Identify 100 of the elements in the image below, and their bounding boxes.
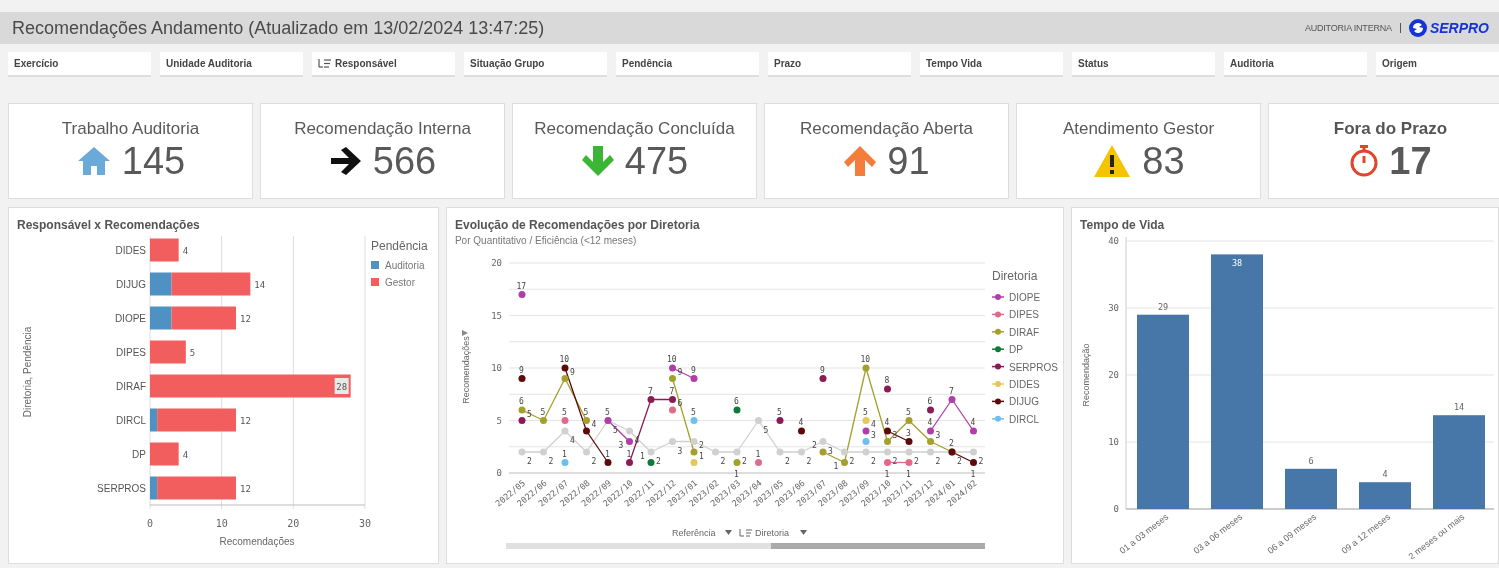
filter-dropdown[interactable]: Unidade Auditoria [160,52,303,77]
legend-label: DIOPE [1008,292,1041,303]
data-label: 4 [634,436,640,445]
data-label: 3 [677,446,683,456]
filter-dropdown[interactable]: Status [1072,52,1215,77]
filter-dropdown[interactable]: Auditoria [1224,52,1367,77]
data-label: 1 [833,461,839,471]
legend-label: DIJUG [1008,396,1039,408]
axis-tick-label: 0 [1113,504,1119,514]
kpi-value: 566 [372,139,437,183]
kpi-value: 17 [1389,139,1432,183]
filter-dropdown[interactable]: Prazo [768,52,911,77]
data-label: 2 [892,457,898,466]
data-label: 7 [647,386,653,396]
data-point [819,375,827,382]
data-label: 2 [526,457,532,466]
filter-dropdown[interactable]: Pendência [616,52,759,77]
data-point [561,375,569,382]
data-point [969,459,977,466]
data-point [862,448,870,456]
data-point [625,438,633,445]
legend-marker [991,415,1005,422]
data-point [883,427,891,435]
bar [150,442,179,466]
data-label: 6 [518,397,524,406]
data-label: 5 [526,409,532,419]
data-label: 2 [870,457,876,466]
kpi-title: Trabalho Auditoria [61,119,200,139]
scrollbar[interactable] [505,543,985,549]
sort-arrow-icon [461,330,468,336]
data-label: 1 [970,469,976,479]
data-label: 2 [591,457,597,466]
data-label: 2 [741,457,747,466]
data-point [668,364,676,372]
data-point [883,448,891,456]
data-point [862,417,870,424]
kpi-title: Recomendação Interna [294,119,471,139]
page-title: Recomendações Andamento (Atualizado em 13/02/2024 13:47:25) [12,17,545,39]
data-point [647,459,655,466]
data-label: 5 [690,407,696,417]
data-label: 4 [970,418,976,427]
dropdown-arrow-icon[interactable] [724,530,732,535]
axis-tick-label: 20 [1108,370,1119,380]
filter-dropdown[interactable]: Situação Grupo [464,52,607,77]
axis-selector[interactable]: Diretoria [754,528,789,538]
data-point [625,459,633,466]
legend-marker [991,363,1005,370]
data-label: 5 [561,407,567,417]
legend-marker [991,294,1005,300]
data-point [776,448,784,456]
filter-dropdown[interactable]: Exercício [8,52,151,77]
axis-label: DIPES [116,347,146,358]
kpi-value: 145 [121,139,186,183]
data-label: 4 [870,420,876,429]
data-point [862,364,870,372]
dropdown-arrow-icon[interactable] [799,530,807,535]
data-point [862,427,870,435]
filter-dropdown[interactable]: Responsável [312,52,455,77]
data-label: 10 [559,355,570,364]
data-label: 7 [669,386,675,396]
filter-dropdown[interactable]: Tempo Vida [920,52,1063,77]
data-label: 5 [540,407,546,417]
data-point [883,385,891,393]
data-label: 2 [913,457,919,466]
data-point [582,417,590,424]
legend-marker [991,328,1005,335]
axis-tick-label: 10 [1108,437,1119,447]
data-point [518,291,526,298]
data-label: 2 [948,439,954,448]
total-label: 5 [189,348,196,358]
arrow-right-icon [328,146,363,176]
legend-swatch [371,278,379,286]
axis-label: DIDES [115,245,146,256]
data-label: 1 [905,469,911,479]
data-label: 2 [698,441,704,450]
data-point [539,417,547,424]
data-point [926,406,934,414]
data-label: 17 [516,281,527,291]
total-label: 12 [240,484,251,494]
axis-tick-label: 5 [496,415,502,426]
data-label: 1 [561,449,567,459]
legend-marker [991,311,1005,318]
axis-title: Recomendações [460,336,471,404]
data-label: 2 [655,457,661,466]
data-point [797,427,805,435]
data-label: 9 [819,365,825,375]
data-label: 4 [591,420,597,429]
data-point [668,438,676,445]
axis-tick-label: 15 [491,310,502,321]
data-point [819,448,827,456]
swirl-logo-icon [1408,19,1427,37]
axis-label: DIRCL [116,415,146,426]
data-label: 1 [604,449,610,459]
axis-selector[interactable]: Referência [671,528,716,538]
axis-title: Recomendação [1081,343,1091,407]
filter-dropdown[interactable]: Origem [1376,52,1499,77]
data-point [539,448,547,456]
data-label: 2 [806,457,812,466]
data-point [647,448,655,456]
bar [1285,468,1337,509]
